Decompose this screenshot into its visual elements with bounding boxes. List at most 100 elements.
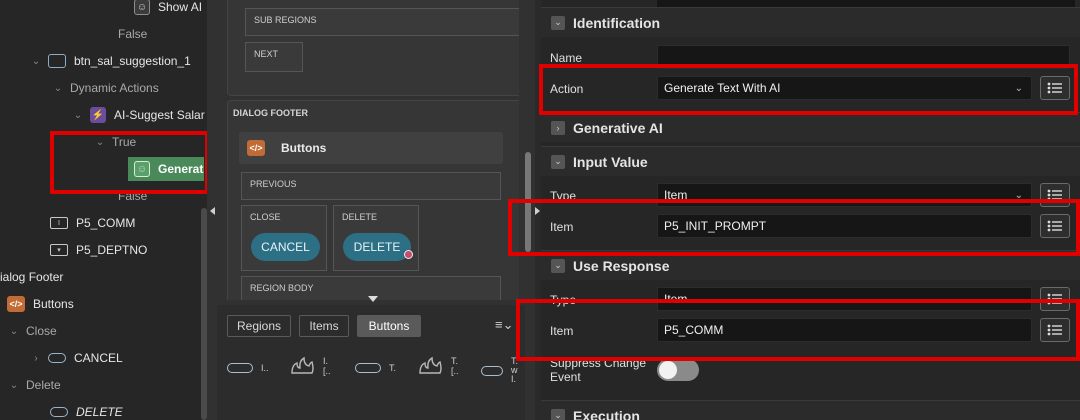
gallery-item[interactable]: T. w I.	[481, 357, 518, 384]
tree-node-generate-selected[interactable]: ☺ Generat	[128, 157, 204, 181]
name-field[interactable]	[657, 45, 1070, 69]
collapse-right-arrow-icon[interactable]	[535, 207, 540, 215]
tree-node-cancel[interactable]: › CANCEL	[30, 348, 122, 368]
gallery-item[interactable]: I. [..	[289, 355, 331, 377]
tree-node-dynamic-actions[interactable]: ⌄ Dynamic Actions	[52, 78, 159, 98]
type-label: Type	[550, 189, 577, 203]
chevron-down-icon[interactable]: ⌄	[8, 380, 20, 391]
tree-node-show-ai[interactable]: ☺ Show AI	[134, 0, 202, 17]
list-icon-button[interactable]	[1040, 183, 1070, 207]
list-icon-button[interactable]	[1040, 287, 1070, 311]
collapse-toggle-icon[interactable]: ⌄	[551, 258, 565, 273]
select-item-icon: ▾	[50, 244, 68, 256]
tree-node-close[interactable]: ⌄ Close	[8, 321, 57, 341]
chevron-right-icon[interactable]: ›	[30, 353, 42, 364]
tree-node-btn-sal-suggestion[interactable]: ⌄ btn_sal_suggestion_1	[30, 51, 191, 71]
slot-previous[interactable]: PREVIOUS	[241, 172, 501, 200]
action-select[interactable]: Generate Text With AI ⌄	[657, 76, 1032, 100]
collapse-toggle-icon[interactable]: ⌄	[551, 15, 565, 30]
type-select[interactable]: Item ⌄	[657, 183, 1032, 207]
ai-icon: ☺	[134, 161, 150, 177]
code-icon: </>	[7, 296, 25, 312]
group-use-response[interactable]: ⌄ Use Response	[541, 250, 1080, 280]
flame-icon	[291, 356, 314, 374]
gallery-item[interactable]: T. [..	[417, 355, 459, 377]
delete-button[interactable]: DELETE	[343, 233, 413, 261]
tree-node-delete[interactable]: ⌄ Delete	[8, 375, 61, 395]
tree-node-false-2[interactable]: False	[118, 186, 147, 206]
ai-button-icon	[48, 54, 66, 68]
list-icon-button[interactable]	[1040, 214, 1070, 238]
item-field[interactable]: P5_INIT_PROMPT	[657, 214, 1032, 238]
chevron-down-icon[interactable]: ⌄	[30, 56, 42, 67]
rendering-tree: ☺ Show AI False ⌄ btn_sal_suggestion_1 ⌄…	[0, 0, 207, 420]
item2-field[interactable]: P5_COMM	[657, 318, 1032, 342]
layout-canvas: SUB REGIONS NEXT DIALOG FOOTER </> Butto…	[217, 0, 519, 300]
list-icon-button[interactable]	[1040, 318, 1070, 342]
button-icon	[48, 353, 66, 363]
flame-icon	[419, 356, 442, 374]
tree-node-delete-button[interactable]: DELETE	[50, 402, 123, 420]
lightning-icon: ⚡	[90, 107, 106, 123]
layout-panel: SUB REGIONS NEXT DIALOG FOOTER </> Butto…	[207, 0, 535, 420]
group-execution[interactable]: ⌄ Execution	[541, 400, 1080, 420]
group-input-value[interactable]: ⌄ Input Value	[541, 146, 1080, 176]
list-icon	[1047, 220, 1062, 232]
collapse-left-arrow-icon[interactable]	[210, 207, 215, 215]
type2-select[interactable]: Item ⌄	[657, 287, 1032, 311]
list-icon	[1047, 82, 1062, 94]
list-icon	[1047, 324, 1062, 336]
tree-node-buttons[interactable]: </> Buttons	[7, 294, 74, 314]
property-editor: ⌄ Identification Name Action Generate Te…	[541, 0, 1080, 420]
type2-label: Type	[550, 293, 577, 307]
tree-node-true[interactable]: ⌄ True	[94, 132, 136, 152]
group-generative-ai[interactable]: › Generative AI	[541, 112, 1080, 142]
chevron-down-icon: ⌄	[1014, 189, 1023, 201]
suppress-change-event-toggle[interactable]	[657, 359, 699, 381]
item2-label: Item	[550, 324, 574, 338]
collapse-caret-icon[interactable]	[368, 296, 378, 302]
buttons-region-header[interactable]: </> Buttons	[239, 132, 503, 164]
tab-items[interactable]: Items	[299, 315, 349, 337]
ai-icon: ☺	[134, 0, 150, 15]
tree-node-false[interactable]: False	[118, 24, 147, 44]
name-label: Name	[550, 51, 583, 65]
tree-node-p5-comm[interactable]: I P5_COMM	[50, 213, 135, 233]
chevron-down-icon[interactable]: ⌄	[52, 83, 64, 94]
button-pill-icon	[227, 363, 253, 373]
chevron-down-icon: ⌄	[1014, 82, 1023, 94]
chevron-down-icon[interactable]: ⌄	[72, 110, 84, 121]
text-item-icon: I	[50, 217, 68, 229]
collapse-toggle-icon[interactable]: ⌄	[551, 408, 565, 420]
group-identification[interactable]: ⌄ Identification	[541, 7, 1080, 37]
dialog-footer-title: DIALOG FOOTER	[233, 108, 308, 118]
button-icon	[50, 407, 68, 417]
action-label: Action	[550, 82, 584, 96]
suppress-change-event-label: Suppress Change Event	[550, 356, 647, 384]
item-label: Item	[550, 220, 574, 234]
tab-regions[interactable]: Regions	[227, 315, 291, 337]
slot-sub-regions[interactable]: SUB REGIONS	[245, 8, 519, 36]
chevron-down-icon: ⌄	[1014, 293, 1023, 305]
slot-next[interactable]: NEXT	[245, 42, 303, 72]
layout-scrollbar[interactable]	[525, 152, 531, 252]
gallery-menu-icon[interactable]: ≡⌄	[495, 317, 513, 333]
chevron-down-icon[interactable]: ⌄	[94, 137, 106, 148]
collapse-toggle-icon[interactable]: ⌄	[551, 154, 565, 169]
tree-node-dialog-footer[interactable]: ialog Footer	[0, 267, 63, 287]
tree-node-ai-suggest-salary[interactable]: ⌄ ⚡ AI-Suggest Salar	[72, 105, 205, 125]
tree-node-p5-deptno[interactable]: ▾ P5_DEPTNO	[50, 240, 147, 260]
code-icon: </>	[247, 140, 265, 156]
tab-buttons[interactable]: Buttons	[357, 315, 421, 337]
list-icon-button[interactable]	[1040, 76, 1070, 100]
chevron-down-icon[interactable]: ⌄	[8, 326, 20, 337]
expand-toggle-icon[interactable]: ›	[551, 120, 565, 135]
gallery-item[interactable]: T.	[355, 363, 396, 373]
button-pill-icon	[355, 363, 381, 373]
list-icon	[1047, 293, 1062, 305]
list-icon	[1047, 189, 1062, 201]
cancel-button[interactable]: CANCEL	[251, 233, 320, 261]
gallery-panel: Regions Items Buttons ≡⌄ I.. I. [.. T. T…	[217, 305, 525, 420]
button-pill-icon	[481, 365, 503, 376]
gallery-item[interactable]: I..	[227, 363, 269, 373]
